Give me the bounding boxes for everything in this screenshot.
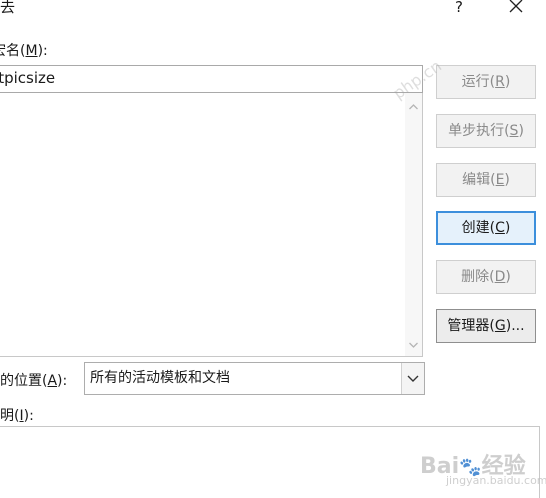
- dialog-title: 去: [0, 0, 16, 16]
- step-into-button[interactable]: 单步执行(S): [436, 114, 536, 148]
- create-accesskey: C: [495, 220, 505, 236]
- chevron-down-icon: [409, 342, 418, 348]
- description-label-suffix: ):: [23, 408, 34, 424]
- macro-list[interactable]: [0, 93, 423, 357]
- close-icon: [509, 0, 523, 13]
- chevron-down-icon: [407, 375, 419, 382]
- run-button[interactable]: 运行(R): [436, 65, 536, 99]
- organizer-button[interactable]: 管理器(G)...: [436, 309, 536, 343]
- dropdown-arrow[interactable]: [401, 363, 424, 394]
- delete-suffix: ): [505, 269, 511, 285]
- macros-in-selected-value: 所有的活动模板和文档: [90, 370, 230, 386]
- delete-button[interactable]: 删除(D): [436, 260, 536, 294]
- edit-label: 编辑(: [462, 172, 496, 188]
- create-button[interactable]: 创建(C): [436, 211, 536, 245]
- macro-name-label: 宏名(M):: [0, 40, 48, 60]
- macros-in-label: 宏的位置(A):: [0, 370, 67, 390]
- macros-in-label-suffix: ):: [57, 373, 68, 389]
- macros-in-label-text: 宏的位置(: [0, 373, 48, 389]
- macro-name-accesskey: M: [25, 43, 38, 59]
- close-button[interactable]: [500, 0, 530, 18]
- edit-button[interactable]: 编辑(E): [436, 163, 536, 197]
- macro-name-label-text: 宏名(: [0, 43, 26, 59]
- help-button[interactable]: ?: [444, 0, 474, 18]
- macro-name-label-suffix: ):: [37, 43, 48, 59]
- create-suffix: ): [504, 220, 511, 236]
- run-accesskey: R: [495, 74, 505, 90]
- delete-label: 删除(: [461, 269, 495, 285]
- step-label: 单步执行(: [448, 123, 510, 139]
- macro-name-input[interactable]: etpicsize: [0, 65, 423, 93]
- run-label: 运行(: [461, 74, 496, 90]
- organizer-label: 管理器(: [447, 318, 495, 334]
- macros-in-accesskey: A: [47, 373, 58, 389]
- macros-in-dropdown[interactable]: 所有的活动模板和文档: [84, 362, 425, 395]
- macros-dialog: 去 ? 宏名(M): etpicsize 运行: [0, 0, 546, 498]
- delete-accesskey: D: [494, 269, 506, 285]
- organizer-accesskey: G: [494, 318, 506, 334]
- create-label: 创建(: [461, 220, 496, 236]
- scroll-down-button[interactable]: [405, 336, 422, 353]
- edit-suffix: ): [504, 172, 510, 188]
- organizer-suffix: )...: [505, 318, 525, 334]
- watermark-site: jingyan.baidu.com: [446, 474, 546, 487]
- macro-list-scrollbar[interactable]: [405, 93, 422, 356]
- run-suffix: ): [504, 74, 511, 90]
- macro-name-value: etpicsize: [0, 69, 56, 87]
- description-label: 说明(I):: [0, 405, 34, 425]
- chevron-up-icon: [409, 104, 418, 110]
- description-label-text: 说明(: [0, 408, 20, 424]
- step-suffix: ): [518, 123, 524, 139]
- scroll-up-button[interactable]: [405, 99, 422, 116]
